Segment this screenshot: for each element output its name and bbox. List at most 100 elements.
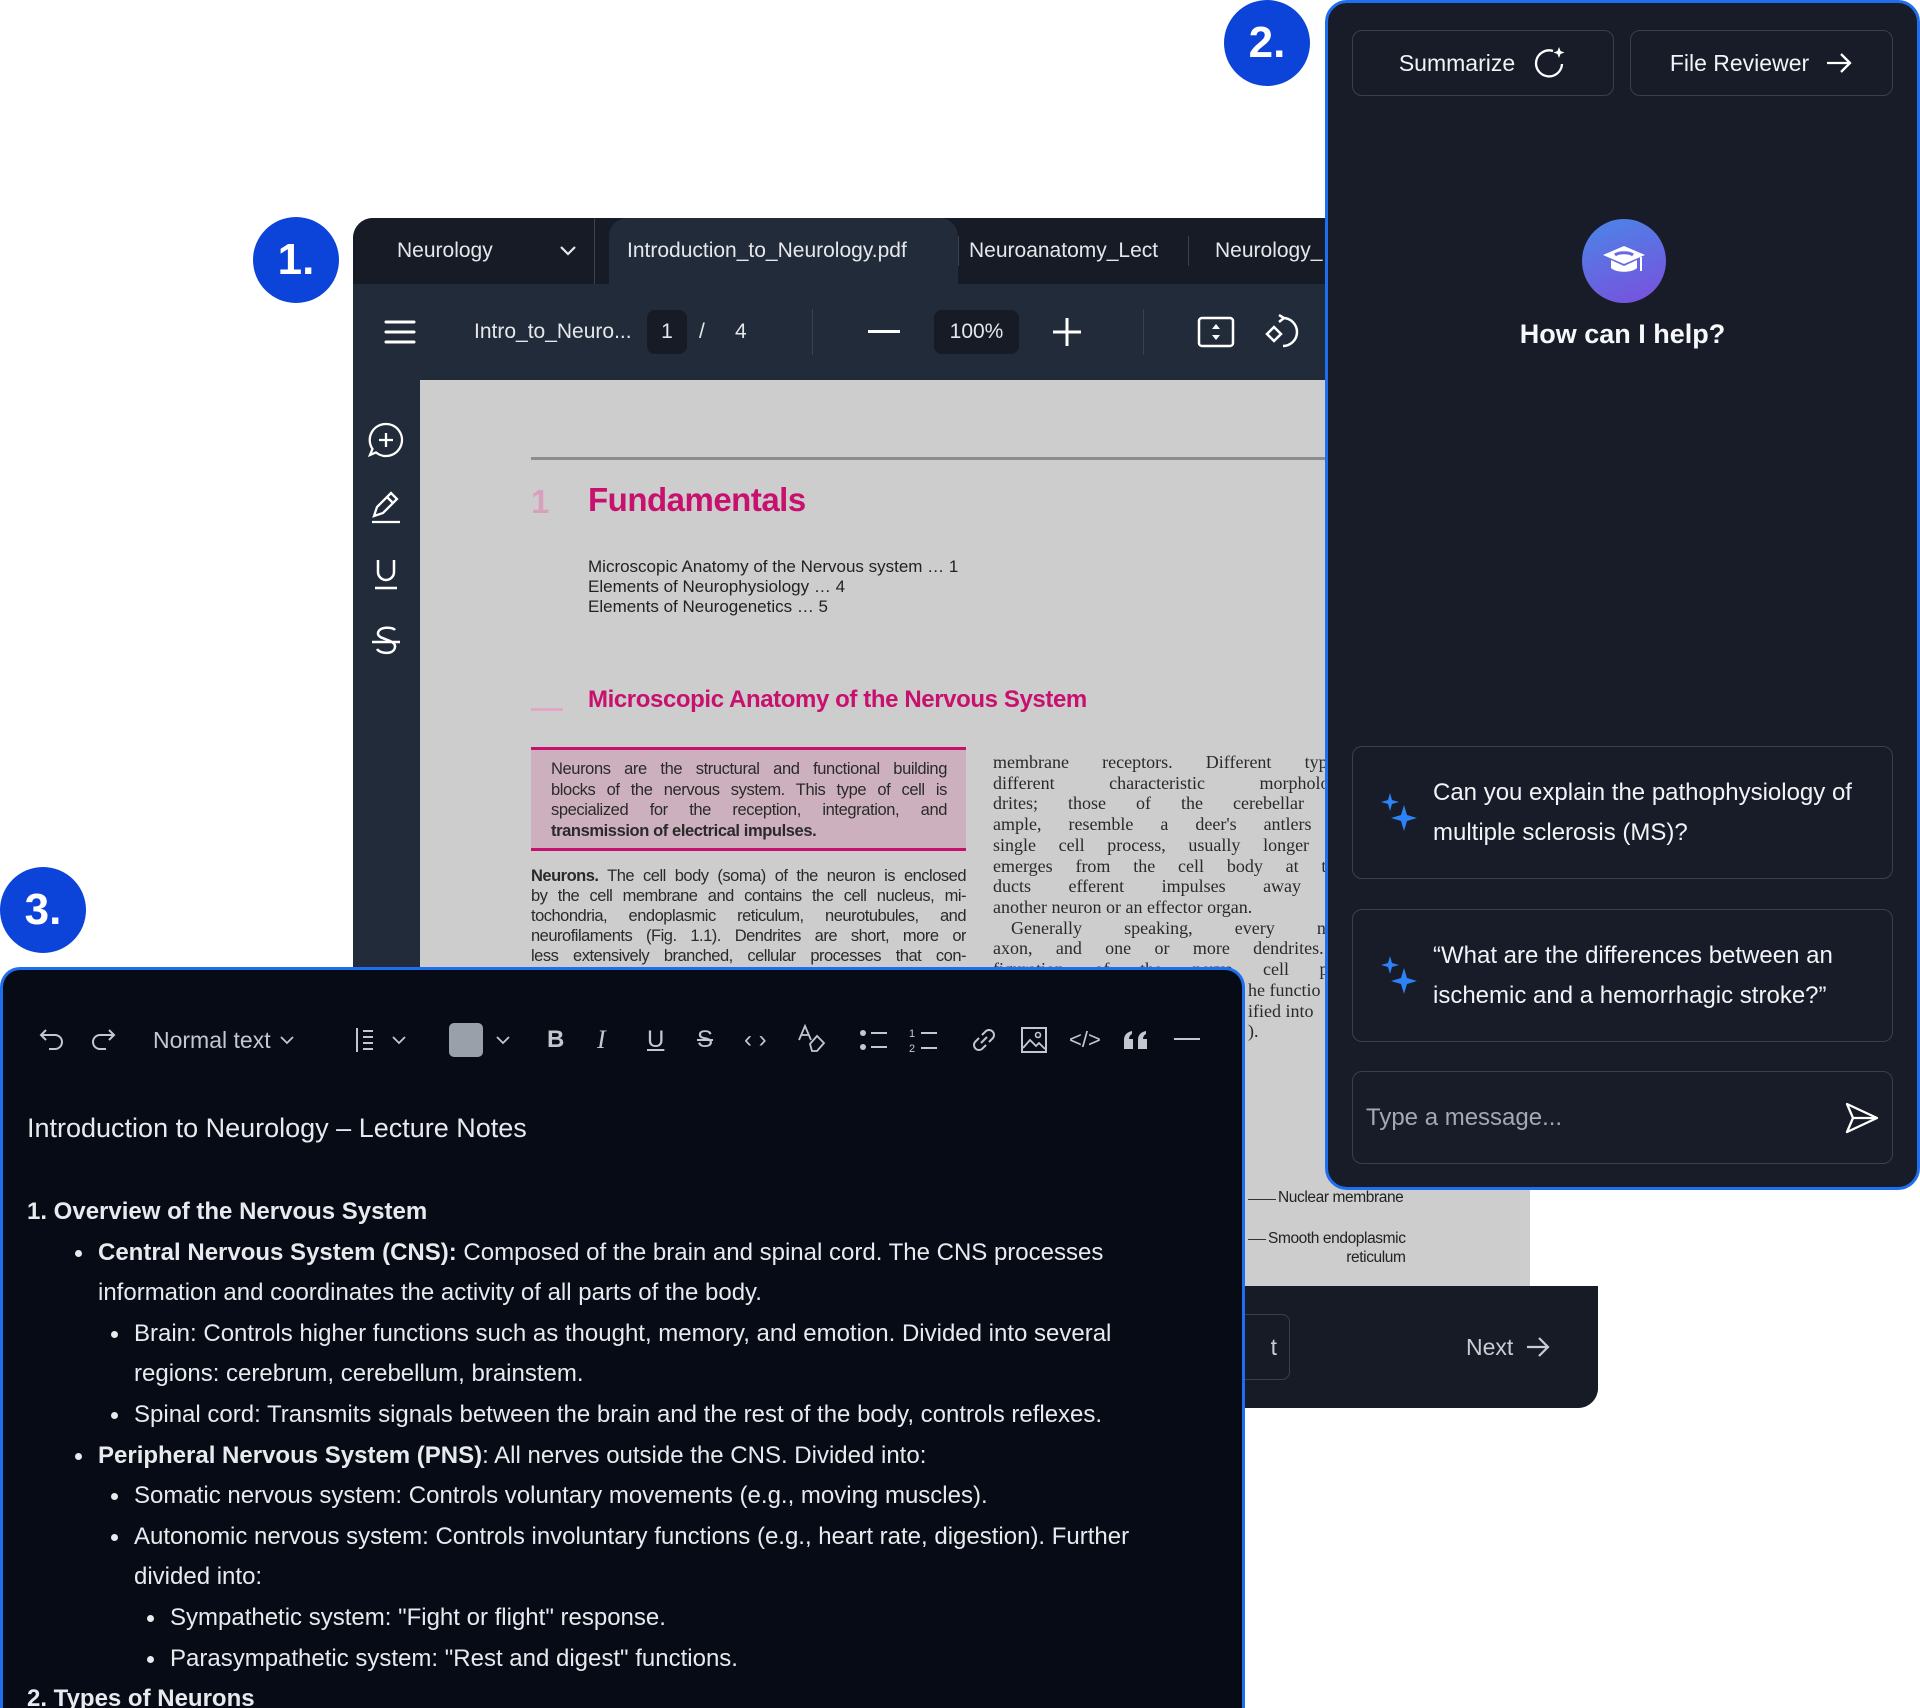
list-item: Peripheral Nervous System (PNS): All ner… xyxy=(27,1436,1197,1477)
zoom-level[interactable]: 100% xyxy=(934,310,1019,354)
clear-format-icon xyxy=(798,1024,826,1052)
heading: 2. Types of Neurons xyxy=(27,1685,255,1708)
sparkle-icon xyxy=(1381,955,1417,994)
inline-code-button[interactable]: ‹ › xyxy=(744,1020,767,1060)
file-reviewer-button[interactable]: File Reviewer xyxy=(1630,30,1893,96)
previous-label: t xyxy=(1270,1333,1277,1360)
assistant-avatar xyxy=(1582,219,1666,303)
box-line: specialized for the reception, integrati… xyxy=(551,801,947,820)
add-comment-icon[interactable] xyxy=(366,420,406,460)
greeting: How can I help? xyxy=(1519,319,1726,349)
plus-icon xyxy=(1053,318,1081,346)
underline-icon[interactable] xyxy=(366,554,406,594)
next-button[interactable]: Next xyxy=(1466,1314,1551,1380)
list-item: Somatic nervous system: Controls volunta… xyxy=(27,1476,1197,1517)
page-number-input[interactable]: 1 xyxy=(647,310,687,354)
sparkle-refresh-icon xyxy=(1535,47,1565,78)
underline-button[interactable]: U xyxy=(647,1020,664,1060)
send-icon[interactable] xyxy=(1844,1101,1880,1135)
figure-label: Smooth endoplasmic reticulum xyxy=(1268,1230,1406,1266)
italic-icon: I xyxy=(597,1025,606,1054)
undo-icon xyxy=(39,1029,63,1050)
strikethrough-icon: S xyxy=(697,1026,714,1053)
inline-code-icon: ‹ › xyxy=(744,1026,767,1053)
clear-format-button[interactable] xyxy=(796,1020,826,1060)
horizontal-rule-icon xyxy=(1174,1038,1200,1040)
chevron-down-icon xyxy=(279,1036,294,1045)
link-icon xyxy=(973,1029,995,1051)
left-column-text: Neurons. The cell body (soma) of the neu… xyxy=(531,866,966,966)
text-color-swatch xyxy=(449,1023,483,1057)
suggestion-stroke[interactable]: “What are the differences between an isc… xyxy=(1352,909,1893,1042)
rotate-button[interactable] xyxy=(1263,314,1301,350)
tab-neuroanatomy[interactable]: Neuroanatomy_Lect xyxy=(969,218,1158,284)
list-item: Parasympathetic system: "Rest and digest… xyxy=(27,1639,1197,1680)
step-badge-3: 3. xyxy=(0,867,86,953)
tab-neurology-other[interactable]: Neurology_ xyxy=(1215,218,1322,284)
body-line: tochondria, endoplasmic reticulum, neuro… xyxy=(531,907,966,925)
list-item: Brain: Controls higher functions such as… xyxy=(27,1314,1197,1395)
code-block-button[interactable]: </> xyxy=(1069,1020,1101,1060)
zoom-out-button[interactable] xyxy=(867,330,901,334)
horizontal-rule-button[interactable] xyxy=(1174,1020,1200,1060)
toc-entry[interactable]: Microscopic Anatomy of the Nervous syste… xyxy=(588,557,958,577)
toc-entry[interactable]: Elements of Neurogenetics … 5 xyxy=(588,597,958,617)
body-line: less extensively branched, cellular proc… xyxy=(531,947,966,965)
document-body[interactable]: 1. Overview of the Nervous System Centra… xyxy=(27,1192,1197,1708)
bold-button[interactable]: B xyxy=(547,1020,564,1060)
align-dropdown[interactable] xyxy=(355,1020,407,1060)
tab-label: Introduction_to_Neurology.pdf xyxy=(627,239,907,262)
tab-folder-neurology[interactable]: Neurology xyxy=(397,218,577,284)
total-pages: 4 xyxy=(735,320,747,343)
chevron-down-icon xyxy=(560,246,576,256)
image-button[interactable] xyxy=(1020,1020,1048,1060)
italic-button[interactable]: I xyxy=(597,1020,606,1060)
quote-button[interactable] xyxy=(1122,1020,1150,1060)
strikethrough-icon[interactable] xyxy=(366,622,406,662)
message-input[interactable]: Type a message... xyxy=(1352,1071,1893,1164)
menu-button[interactable] xyxy=(383,319,417,345)
tab-introduction-to-neurology[interactable]: Introduction_to_Neurology.pdf xyxy=(609,218,958,284)
fit-page-icon xyxy=(1197,316,1235,348)
image-icon xyxy=(1021,1027,1047,1053)
table-of-contents: Microscopic Anatomy of the Nervous syste… xyxy=(588,557,958,617)
chapter-number: 1 xyxy=(531,483,550,520)
lead-term: Neurons. xyxy=(531,867,599,885)
figure-label: Nuclear membrane xyxy=(1278,1189,1404,1206)
suggestion-text: Can you explain the pathophysiology of m… xyxy=(1433,778,1852,846)
heading: 1. Overview of the Nervous System xyxy=(27,1198,428,1225)
chevron-down-icon xyxy=(496,1036,510,1045)
list-item: Sympathetic system: "Fight or flight" re… xyxy=(27,1598,1197,1639)
chapter-title: Fundamentals xyxy=(588,481,806,518)
code-block-icon: </> xyxy=(1069,1027,1101,1052)
strikethrough-button[interactable]: S xyxy=(697,1020,713,1060)
list-item: Spinal cord: Transmits signals between t… xyxy=(27,1395,1197,1436)
body-line: neurofilaments (Fig. 1.1). Dendrites are… xyxy=(531,927,966,945)
redo-button[interactable] xyxy=(89,1020,117,1060)
section-title: Microscopic Anatomy of the Nervous Syste… xyxy=(588,686,1087,713)
bullet-list-button[interactable] xyxy=(859,1020,889,1060)
link-button[interactable] xyxy=(968,1020,1000,1060)
text-style-dropdown[interactable]: Normal text xyxy=(153,1020,295,1060)
align-icon xyxy=(356,1028,373,1052)
list-item: Central Nervous System (CNS): Composed o… xyxy=(27,1233,1197,1314)
text-color-dropdown[interactable] xyxy=(449,1020,511,1060)
summarize-button[interactable]: Summarize xyxy=(1352,30,1614,96)
notes-editor: Normal text B I U S ‹ › 12 </> Introduct… xyxy=(0,967,1245,1708)
arrow-right-icon xyxy=(1827,53,1852,73)
numbered-list-button[interactable]: 12 xyxy=(909,1020,939,1060)
page-separator: / xyxy=(699,320,705,343)
undo-button[interactable] xyxy=(38,1020,66,1060)
highlight-pen-icon[interactable] xyxy=(366,486,406,526)
svg-text:2: 2 xyxy=(909,1043,915,1054)
step-badge-1: 1. xyxy=(253,217,339,303)
tab-label: Neuroanatomy_Lect xyxy=(969,239,1159,262)
bold-icon: B xyxy=(547,1026,565,1053)
document-title[interactable]: Introduction to Neurology – Lecture Note… xyxy=(27,1113,527,1144)
fit-page-button[interactable] xyxy=(1197,316,1235,348)
toc-entry[interactable]: Elements of Neurophysiology … 4 xyxy=(588,577,958,597)
file-reviewer-label: File Reviewer xyxy=(1669,49,1810,76)
svg-text:1: 1 xyxy=(909,1028,915,1040)
suggestion-ms[interactable]: Can you explain the pathophysiology of m… xyxy=(1352,746,1893,879)
zoom-in-button[interactable] xyxy=(1050,316,1084,348)
